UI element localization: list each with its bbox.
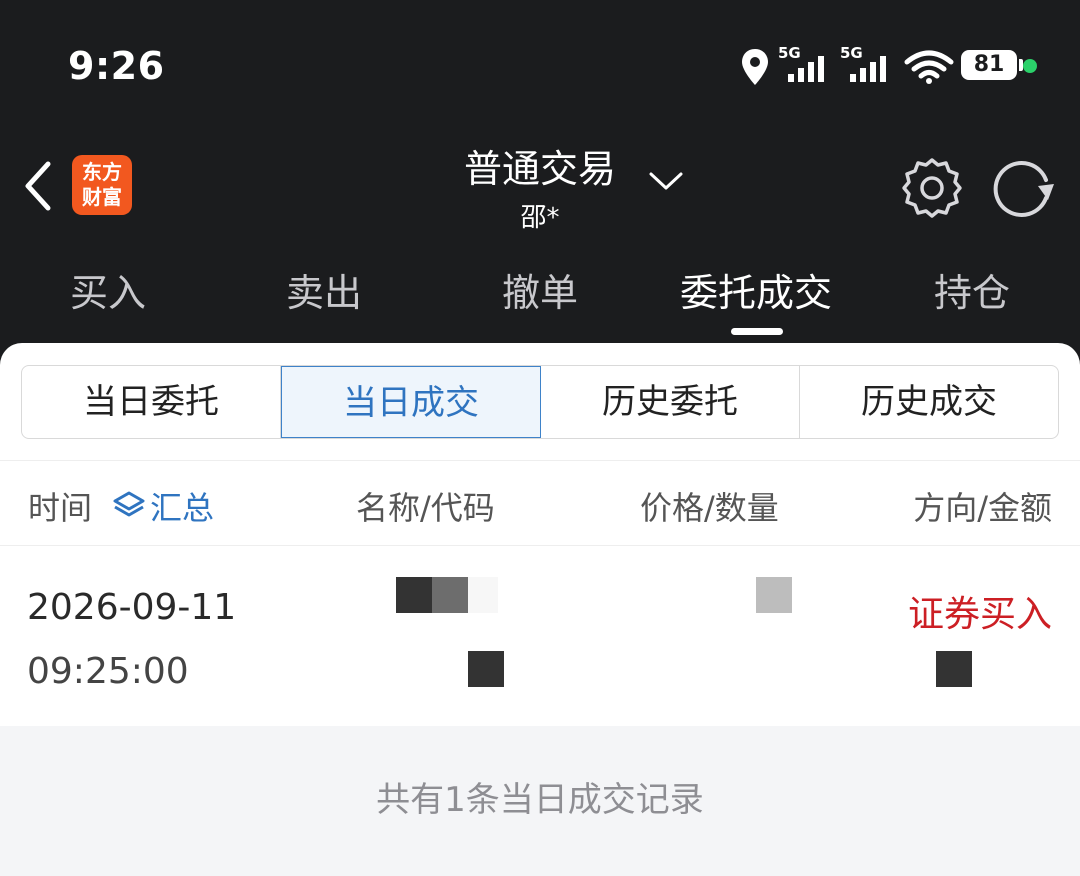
location-icon (742, 49, 768, 85)
subtab-today-trades[interactable]: 当日成交 (281, 366, 541, 438)
column-header-direction-amount: 方向/金额 (913, 489, 1052, 527)
gear-icon[interactable] (900, 156, 964, 220)
tab-buy[interactable]: 买入 (0, 262, 216, 317)
records-footer: 共有1条当日成交记录 (0, 726, 1080, 876)
subtab-history-trades[interactable]: 历史成交 (800, 366, 1058, 438)
layers-icon (113, 491, 145, 517)
privacy-indicator-dot (1023, 59, 1037, 73)
redacted-amount (936, 651, 972, 687)
back-arrow-icon[interactable] (18, 158, 62, 214)
tab-positions[interactable]: 持仓 (864, 262, 1080, 317)
signal-icon (850, 56, 886, 82)
tab-sell[interactable]: 卖出 (216, 262, 432, 317)
sub-tab-segmented-control: 当日委托 当日成交 历史委托 历史成交 (21, 365, 1059, 439)
status-time: 9:26 (68, 44, 165, 88)
active-tab-indicator (731, 328, 783, 335)
chevron-down-icon[interactable] (646, 166, 686, 196)
column-header-time: 时间 (28, 489, 93, 527)
wifi-icon (904, 50, 954, 84)
nav-bar: 东方 财富 普通交易 邵* (0, 130, 1080, 240)
redacted-stock-name (396, 577, 506, 613)
subtab-today-orders[interactable]: 当日委托 (22, 366, 281, 438)
signal-icon (788, 56, 824, 82)
account-name: 邵* (520, 203, 560, 233)
records-count-text: 共有1条当日成交记录 (376, 780, 704, 820)
content-panel: 当日委托 当日成交 历史委托 历史成交 时间 汇总 名称/代码 价格/数量 方向… (0, 343, 1080, 876)
trade-date: 2026-09-11 (27, 587, 237, 628)
trade-time: 09:25:00 (27, 651, 189, 692)
logo-line-2: 财富 (82, 185, 122, 209)
battery-icon: 81 (961, 50, 1023, 80)
tab-orders-trades[interactable]: 委托成交 (648, 262, 864, 317)
redacted-price (756, 577, 792, 613)
table-row[interactable]: 2026-09-11 09:25:00 证券买入 (0, 547, 1080, 719)
account-title[interactable]: 普通交易 邵* (420, 138, 660, 234)
page-title: 普通交易 (463, 147, 616, 191)
main-tab-bar: 买入 卖出 撤单 委托成交 持仓 (0, 262, 1080, 342)
redacted-stock-code (468, 651, 504, 687)
trade-direction: 证券买入 (907, 594, 1052, 635)
status-icons: 5G 5G 81 (740, 42, 1040, 92)
subtab-history-orders[interactable]: 历史委托 (541, 366, 800, 438)
column-header-price-qty: 价格/数量 (640, 489, 779, 527)
refresh-icon[interactable] (988, 156, 1056, 220)
tab-cancel-order[interactable]: 撤单 (432, 262, 648, 317)
table-header: 时间 汇总 名称/代码 价格/数量 方向/金额 (0, 460, 1080, 546)
summary-toggle[interactable]: 汇总 (112, 483, 214, 529)
status-bar: 9:26 5G 5G 81 (0, 0, 1080, 130)
column-header-name-code: 名称/代码 (356, 489, 495, 527)
logo-line-1: 东方 (82, 160, 122, 184)
summary-label: 汇总 (150, 489, 215, 527)
app-logo[interactable]: 东方 财富 (72, 155, 132, 215)
